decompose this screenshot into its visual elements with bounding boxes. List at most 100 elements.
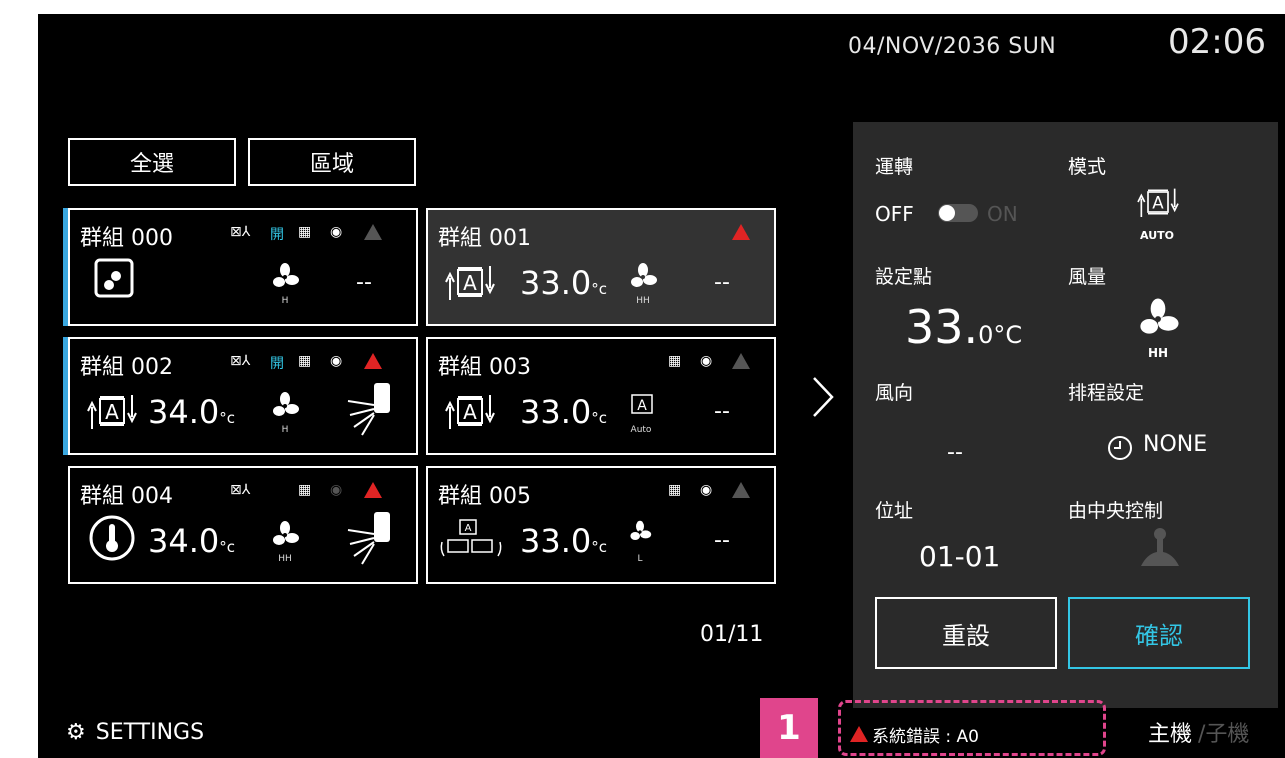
select-all-button[interactable]: 全選 — [68, 138, 236, 186]
off-label: OFF — [875, 202, 914, 226]
grid-icon: ▦ — [298, 482, 312, 498]
svg-text:A: A — [637, 398, 647, 414]
central-control-label: 由中央控制 — [1068, 500, 1164, 522]
setpoint-value[interactable]: 33.0°C — [905, 300, 1022, 354]
group-card-003[interactable]: 群組 003 ▦ ◉ A 33.0°c A Auto -- — [426, 337, 776, 455]
group-card-002[interactable]: 群組 002 ⊠⅄ 開 ▦ ◉ A 34.0°c H — [63, 337, 418, 455]
louver-swing-icon — [347, 383, 390, 436]
selected-indicator — [63, 337, 68, 455]
eye-icon: ◉ — [700, 353, 713, 369]
ventilation-icon: ⊠⅄ — [230, 482, 251, 498]
settings-label: SETTINGS — [95, 720, 205, 745]
warning-icon — [732, 353, 750, 369]
settings-button[interactable]: ⚙ SETTINGS — [66, 720, 204, 745]
temperature-value: 33.0°c — [520, 264, 607, 302]
temperature-value: 33.0°c — [520, 393, 607, 431]
clock-icon — [1108, 436, 1132, 460]
setpoint-label: 設定點 — [875, 266, 933, 288]
louver-value: -- — [356, 270, 372, 295]
group-name: 群組 002 — [80, 355, 173, 380]
error-warning-icon — [850, 726, 868, 742]
warning-icon — [364, 224, 382, 240]
zone-button[interactable]: 區域 — [248, 138, 416, 186]
group-name: 群組 003 — [438, 355, 531, 380]
on-label: ON — [987, 202, 1018, 226]
temperature-value: 34.0°c — [148, 393, 235, 431]
toggle-knob — [939, 205, 955, 221]
group-card-005[interactable]: 群組 005 ▦ ◉ A 33.0°c L -- — [426, 466, 776, 584]
louver-value: -- — [714, 399, 730, 424]
fan-speed-label: L — [637, 554, 643, 564]
fan-speed-label: H — [281, 425, 289, 435]
svg-text:A: A — [463, 271, 477, 295]
grid-icon: ▦ — [668, 353, 682, 369]
host-label: 主機 — [1148, 722, 1193, 747]
auto-mode-icon: A — [87, 395, 137, 429]
grid-icon: ▦ — [298, 224, 312, 240]
group-name: 群組 004 — [80, 484, 173, 509]
callout-badge: 1 — [760, 698, 818, 758]
auto-mode-icon[interactable]: A — [1133, 177, 1183, 227]
eye-icon: ◉ — [330, 353, 343, 369]
group-name: 群組 005 — [438, 484, 531, 509]
svg-text:A: A — [463, 400, 477, 424]
fan-speed-label: HH — [278, 554, 292, 564]
fan-speed-label: HH — [636, 296, 650, 306]
run-label: 運轉 — [875, 156, 914, 178]
svg-text:A: A — [105, 400, 119, 424]
central-control-icon — [1141, 528, 1179, 566]
fan-icon — [631, 263, 657, 287]
sub-label: /子機 — [1198, 722, 1250, 747]
date-display: 04/NOV/2036 SUN — [848, 34, 1057, 59]
fan-icon — [273, 521, 299, 545]
ventilation-icon: ⊠⅄ — [230, 353, 251, 369]
hvac-controller-screen: 04/NOV/2036 SUN 02:06 全選 區域 群組 000 ⊠⅄ 開 … — [38, 14, 1285, 758]
warning-icon — [732, 482, 750, 498]
open-indicator: 開 — [270, 356, 284, 372]
group-name: 群組 000 — [80, 226, 173, 251]
grid-icon: ▦ — [668, 482, 682, 498]
louver-swing-icon — [347, 512, 390, 565]
dry-mode-icon — [94, 258, 134, 298]
open-indicator: 開 — [270, 227, 284, 243]
address-value: 01-01 — [919, 540, 1001, 573]
group-card-004[interactable]: 群組 004 ⊠⅄ ▦ ◉ 34.0°c HH — [68, 466, 418, 584]
warning-icon — [732, 224, 750, 240]
fan-label: 風量 — [1068, 266, 1107, 288]
direction-value[interactable]: -- — [947, 440, 963, 465]
temperature-value: 33.0°c — [520, 522, 607, 560]
selected-indicator — [63, 208, 68, 326]
schedule-value[interactable]: NONE — [1143, 432, 1207, 457]
thermometer-mode-icon — [89, 515, 135, 561]
host-toggle[interactable]: 主機/子機 — [1148, 716, 1249, 748]
page-indicator: 01/11 — [700, 622, 764, 647]
schedule-label: 排程設定 — [1068, 382, 1145, 404]
heat-recovery-mode-icon: A — [440, 519, 502, 557]
fan-speed-label: H — [281, 296, 289, 306]
fan-icon — [273, 263, 299, 287]
temperature-value: 34.0°c — [148, 522, 235, 560]
fan-speed-label: Auto — [630, 425, 652, 435]
ventilation-icon: ⊠⅄ — [230, 224, 251, 240]
warning-icon — [364, 353, 382, 369]
fan-icon[interactable] — [1136, 297, 1180, 341]
detail-panel: 運轉 模式 OFF ON A AUTO 設定點 風量 33.0°C HH 風向 … — [853, 122, 1278, 708]
system-error-message[interactable]: 系統錯誤 : A0 — [872, 722, 979, 747]
louver-value: -- — [714, 528, 730, 553]
auto-mode-icon: A — [445, 266, 495, 300]
confirm-button[interactable]: 確認 — [1068, 597, 1250, 669]
group-card-001[interactable]: 群組 001 A 33.0°c HH -- — [426, 208, 776, 326]
grid-icon: ▦ — [298, 353, 312, 369]
fan-icon — [273, 392, 299, 416]
gear-icon: ⚙ — [66, 720, 86, 745]
auto-mode-icon: A — [445, 395, 495, 429]
reset-button[interactable]: 重設 — [875, 597, 1057, 669]
power-toggle[interactable] — [938, 204, 978, 222]
address-label: 位址 — [875, 500, 914, 522]
next-page-chevron-icon[interactable] — [810, 374, 836, 420]
mode-label: 模式 — [1068, 156, 1107, 178]
group-card-000[interactable]: 群組 000 ⊠⅄ 開 ▦ ◉ H -- — [63, 208, 418, 326]
time-display: 02:06 — [1168, 22, 1266, 62]
eye-icon: ◉ — [330, 482, 343, 498]
mode-value: AUTO — [1140, 229, 1174, 242]
